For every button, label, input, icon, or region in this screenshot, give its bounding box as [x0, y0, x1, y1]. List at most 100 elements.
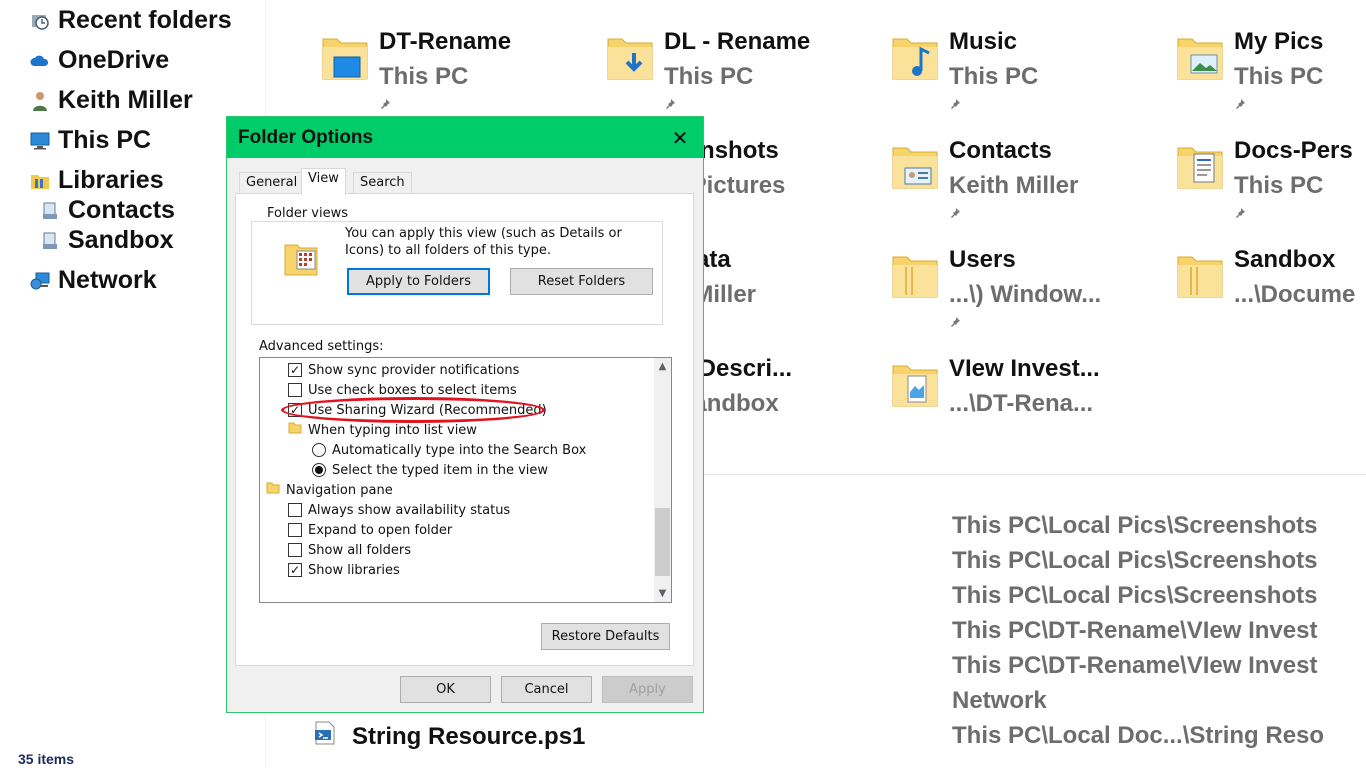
status-bar-item-count: 35 items: [18, 751, 75, 767]
folder-tile[interactable]: My Pics This PC: [1176, 28, 1366, 135]
file-folder-icon: [891, 362, 941, 413]
nav-item-label: This PC: [58, 126, 152, 154]
dialog-titlebar[interactable]: Folder Options ✕: [227, 117, 703, 158]
nav-item-this-pc[interactable]: This PC: [30, 126, 151, 155]
tile-name: My Pics: [1234, 28, 1324, 55]
radio-button[interactable]: [312, 463, 326, 477]
checkbox[interactable]: ✓: [288, 363, 302, 377]
onedrive-icon: [30, 51, 50, 71]
scroll-up-arrow-icon[interactable]: ▲: [654, 358, 671, 375]
tile-name: DT-Rename: [379, 28, 512, 55]
setting-show-libraries[interactable]: ✓ Show libraries: [288, 560, 400, 580]
recent-file-path[interactable]: This PC\DT-Rename\VIew Invest: [952, 652, 1317, 680]
setting-group-label: Navigation pane: [286, 482, 393, 498]
close-button[interactable]: ✕: [657, 117, 703, 158]
tab-view[interactable]: View: [301, 168, 346, 195]
nav-item-network[interactable]: Network: [30, 266, 157, 295]
recent-file-name: String Resource.ps1: [352, 722, 586, 750]
reset-folders-button[interactable]: Reset Folders: [510, 268, 653, 295]
tab-search[interactable]: Search: [353, 172, 412, 194]
tile-name: Users: [949, 246, 1016, 273]
recent-file-path[interactable]: This PC\Local Pics\Screenshots: [952, 512, 1317, 540]
recent-file-path[interactable]: This PC\Local Pics\Screenshots: [952, 547, 1317, 575]
setting-always-show-availability[interactable]: Always show availability status: [288, 500, 510, 520]
checkbox[interactable]: [288, 523, 302, 537]
advanced-settings-scrollbar[interactable]: ▲ ▼: [654, 358, 671, 602]
nav-item-contacts[interactable]: Contacts: [40, 196, 175, 225]
apply-button[interactable]: Apply: [602, 676, 693, 703]
checkbox[interactable]: ✓: [288, 563, 302, 577]
tile-name: Music: [949, 28, 1018, 55]
setting-show-all-folders[interactable]: Show all folders: [288, 540, 411, 560]
nav-item-onedrive[interactable]: OneDrive: [30, 46, 169, 75]
recent-file-path[interactable]: This PC\Local Pics\Screenshots: [952, 582, 1317, 610]
pin-icon: [379, 97, 391, 115]
radio-button[interactable]: [312, 443, 326, 457]
annotation-highlight-ellipse: [281, 397, 545, 423]
nav-item-label: Sandbox: [68, 226, 174, 254]
tile-location: Keith Miller: [949, 172, 1079, 199]
cancel-button[interactable]: Cancel: [501, 676, 592, 703]
folder-tile[interactable]: VIew Invest... ...\DT-Rena...: [891, 355, 1176, 462]
folder-icon: [1176, 253, 1226, 304]
library-icon: [40, 201, 60, 221]
tile-location: This PC: [949, 63, 1039, 90]
documents-folder-icon: [1176, 144, 1226, 195]
setting-label: Expand to open folder: [308, 522, 453, 538]
nav-item-recent-folders[interactable]: Recent folders: [30, 6, 232, 35]
folder-tile[interactable]: Sandbox ...\Docume: [1176, 246, 1366, 353]
network-icon: [30, 271, 50, 291]
advanced-settings-list[interactable]: ✓ Show sync provider notifications Use c…: [259, 357, 672, 603]
script-file-icon: [312, 720, 338, 753]
nav-item-keith-miller[interactable]: Keith Miller: [30, 86, 193, 115]
pin-icon: [1234, 97, 1246, 115]
pictures-folder-icon: [1176, 35, 1226, 86]
music-folder-icon: [891, 35, 941, 86]
setting-auto-type-search-box[interactable]: Automatically type into the Search Box: [312, 440, 586, 460]
navigation-pane-group-icon: [266, 481, 280, 499]
tile-location: ...\Docume: [1234, 281, 1356, 308]
setting-expand-to-open-folder[interactable]: Expand to open folder: [288, 520, 452, 540]
setting-label: Show libraries: [308, 562, 400, 578]
restore-defaults-button[interactable]: Restore Defaults: [541, 623, 670, 650]
recent-file-path[interactable]: This PC\DT-Rename\VIew Invest: [952, 617, 1317, 645]
scroll-down-arrow-icon[interactable]: ▼: [654, 585, 671, 602]
pin-icon: [949, 97, 961, 115]
folder-tile[interactable]: Docs-Pers This PC: [1176, 137, 1366, 244]
recent-file-item[interactable]: String Resource.ps1: [312, 720, 585, 753]
ok-button[interactable]: OK: [400, 676, 491, 703]
nav-item-sandbox[interactable]: Sandbox: [40, 226, 174, 255]
nav-item-libraries[interactable]: Libraries: [30, 166, 164, 195]
scroll-thumb[interactable]: [655, 508, 670, 576]
pin-icon: [664, 97, 676, 115]
setting-select-typed-item[interactable]: Select the typed item in the view: [312, 460, 548, 480]
nav-item-label: Libraries: [58, 166, 164, 194]
checkbox[interactable]: [288, 503, 302, 517]
tab-general[interactable]: General: [239, 172, 305, 194]
recent-file-path[interactable]: Network: [952, 687, 1047, 715]
setting-show-sync-provider-notifications[interactable]: ✓ Show sync provider notifications: [288, 360, 519, 380]
nav-item-label: Recent folders: [58, 6, 232, 34]
nav-item-label: OneDrive: [58, 46, 170, 74]
desktop-folder-icon: [321, 35, 371, 86]
setting-label: Show all folders: [308, 542, 412, 558]
setting-label: Select the typed item in the view: [332, 462, 549, 478]
folder-tile[interactable]: Contacts Keith Miller: [891, 137, 1176, 244]
folder-tile[interactable]: Users ...\) Window...: [891, 246, 1176, 353]
apply-to-folders-button[interactable]: Apply to Folders: [347, 268, 490, 295]
checkbox[interactable]: [288, 383, 302, 397]
setting-group-navigation-pane: Navigation pane: [266, 480, 393, 500]
folder-tile[interactable]: Music This PC: [891, 28, 1176, 135]
checkbox[interactable]: [288, 543, 302, 557]
setting-label: Automatically type into the Search Box: [332, 442, 587, 458]
setting-group-label: When typing into list view: [308, 422, 477, 438]
setting-label: Use check boxes to select items: [308, 382, 517, 398]
tile-name: Contacts: [949, 137, 1052, 164]
dialog-title: Folder Options: [238, 127, 374, 148]
tile-location: This PC: [664, 63, 754, 90]
tile-name: Docs-Pers: [1234, 137, 1353, 164]
tile-location: ...\DT-Rena...: [949, 390, 1094, 417]
nav-item-label: Network: [58, 266, 157, 294]
nav-item-label: Contacts: [68, 196, 175, 224]
recent-file-path[interactable]: This PC\Local Doc...\String Reso: [952, 722, 1324, 750]
